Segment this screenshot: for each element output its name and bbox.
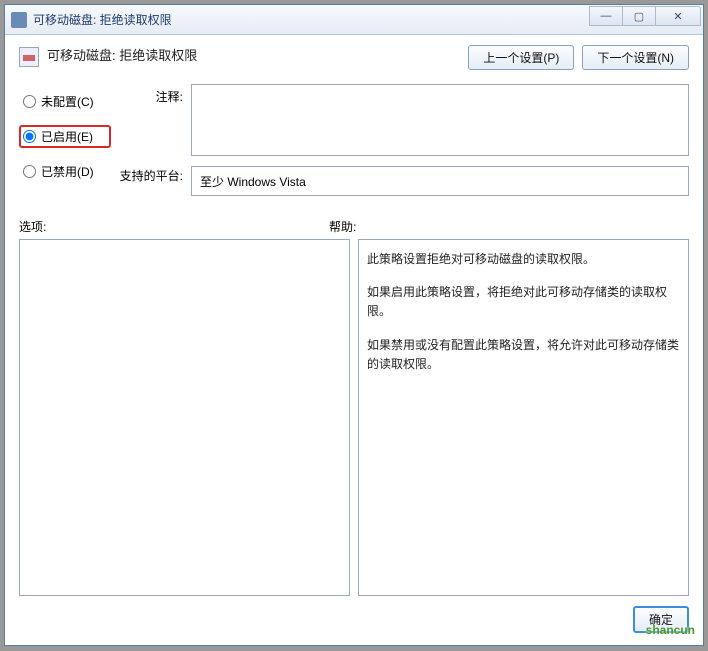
radio-enabled-label: 已启用(E) bbox=[41, 128, 93, 145]
radio-disabled[interactable]: 已禁用(D) bbox=[19, 160, 111, 183]
radio-disabled-input[interactable] bbox=[23, 165, 36, 178]
radio-group: 未配置(C) 已启用(E) 已禁用(D) bbox=[19, 84, 111, 196]
comment-label: 注释: bbox=[111, 88, 183, 105]
prev-setting-button[interactable]: 上一个设置(P) bbox=[468, 45, 574, 70]
help-p1: 此策略设置拒绝对可移动磁盘的读取权限。 bbox=[367, 250, 680, 269]
header-row: 可移动磁盘: 拒绝读取权限 上一个设置(P) 下一个设置(N) bbox=[19, 45, 689, 70]
next-setting-button[interactable]: 下一个设置(N) bbox=[582, 45, 689, 70]
radio-enabled[interactable]: 已启用(E) bbox=[19, 125, 111, 148]
help-p2: 如果启用此策略设置，将拒绝对此可移动存储类的读取权限。 bbox=[367, 283, 680, 321]
config-row: 未配置(C) 已启用(E) 已禁用(D) 注释: 支持的平台: 至少 Windo… bbox=[19, 84, 689, 196]
field-inputs: 至少 Windows Vista bbox=[191, 84, 689, 196]
panels-row: 此策略设置拒绝对可移动磁盘的读取权限。 如果启用此策略设置，将拒绝对此可移动存储… bbox=[19, 239, 689, 596]
dialog-window: 可移动磁盘: 拒绝读取权限 — ▢ ✕ 可移动磁盘: 拒绝读取权限 上一个设置(… bbox=[4, 4, 704, 646]
window-buttons: — ▢ ✕ bbox=[590, 6, 701, 26]
help-p3: 如果禁用或没有配置此策略设置，将允许对此可移动存储类的读取权限。 bbox=[367, 336, 680, 374]
footer: 确定 bbox=[19, 596, 689, 633]
ok-button[interactable]: 确定 bbox=[633, 606, 689, 633]
options-label: 选项: bbox=[19, 218, 329, 235]
maximize-button[interactable]: ▢ bbox=[622, 6, 656, 26]
app-icon bbox=[11, 12, 27, 28]
close-button[interactable]: ✕ bbox=[655, 6, 701, 26]
comment-textarea[interactable] bbox=[191, 84, 689, 156]
client-area: 可移动磁盘: 拒绝读取权限 上一个设置(P) 下一个设置(N) 未配置(C) 已… bbox=[5, 35, 703, 645]
field-labels: 注释: 支持的平台: bbox=[111, 84, 191, 196]
policy-title: 可移动磁盘: 拒绝读取权限 bbox=[47, 45, 197, 64]
options-panel[interactable] bbox=[19, 239, 350, 596]
platform-value: 至少 Windows Vista bbox=[200, 175, 306, 189]
help-panel[interactable]: 此策略设置拒绝对可移动磁盘的读取权限。 如果启用此策略设置，将拒绝对此可移动存储… bbox=[358, 239, 689, 596]
radio-not-configured[interactable]: 未配置(C) bbox=[19, 90, 111, 113]
radio-enabled-input[interactable] bbox=[23, 130, 36, 143]
policy-icon bbox=[19, 47, 39, 67]
nav-buttons: 上一个设置(P) 下一个设置(N) bbox=[468, 45, 689, 70]
radio-disabled-label: 已禁用(D) bbox=[41, 163, 94, 180]
platform-label: 支持的平台: bbox=[111, 167, 183, 184]
titlebar[interactable]: 可移动磁盘: 拒绝读取权限 — ▢ ✕ bbox=[5, 5, 703, 35]
help-label: 帮助: bbox=[329, 218, 356, 235]
minimize-button[interactable]: — bbox=[589, 6, 623, 26]
platform-box[interactable]: 至少 Windows Vista bbox=[191, 166, 689, 196]
section-labels: 选项: 帮助: bbox=[19, 218, 689, 235]
radio-not-configured-label: 未配置(C) bbox=[41, 93, 94, 110]
radio-not-configured-input[interactable] bbox=[23, 95, 36, 108]
